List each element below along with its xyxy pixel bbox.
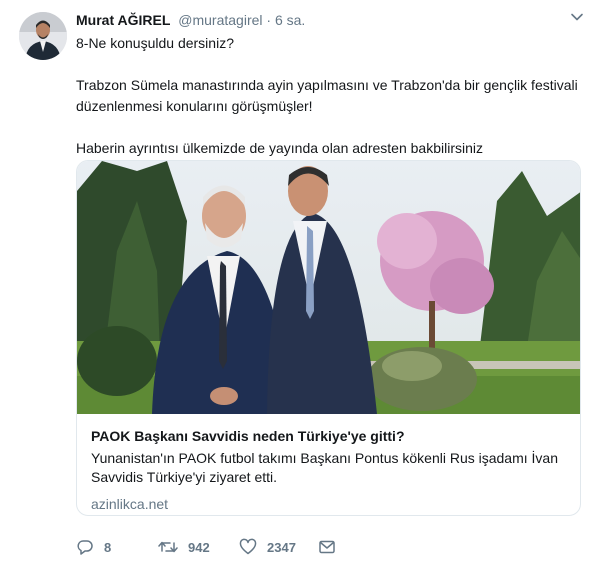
card-body: PAOK Başkanı Savvidis neden Türkiye'ye g… [91, 427, 566, 514]
card-domain[interactable]: azinlikca.net [91, 495, 566, 514]
separator-dot: · [266, 12, 272, 28]
like-button[interactable]: 2347 [239, 536, 296, 558]
link-card[interactable]: PAOK Başkanı Savvidis neden Türkiye'ye g… [76, 160, 581, 516]
avatar-image [19, 12, 67, 60]
envelope-icon [319, 540, 335, 554]
retweet-button[interactable]: 942 [158, 536, 210, 558]
card-title[interactable]: PAOK Başkanı Savvidis neden Türkiye'ye g… [91, 427, 566, 446]
card-description: Yunanistan'ın PAOK futbol takımı Başkanı… [91, 450, 558, 485]
retweet-count: 942 [188, 539, 210, 555]
tweet-text: 8-Ne konuşuldu dersiniz? Trabzon Sümela … [76, 33, 581, 159]
retweet-icon [158, 541, 178, 553]
chevron-down-icon[interactable] [570, 10, 584, 24]
author-handle[interactable]: @muratagirel [178, 12, 262, 28]
heart-icon [239, 538, 257, 555]
card-image [77, 161, 580, 414]
reply-icon [77, 540, 93, 555]
author-name[interactable]: Murat AĞIREL [76, 12, 170, 28]
tweet-timestamp[interactable]: 6 sa. [275, 12, 305, 28]
tweet-line-1: 8-Ne konuşuldu dersiniz? [76, 35, 234, 51]
message-button[interactable] [318, 536, 346, 558]
reply-count: 8 [104, 539, 112, 555]
tweet-line-3: Haberin ayrıntısı ülkemizde de yayında o… [76, 140, 483, 156]
like-count: 2347 [267, 539, 296, 555]
avatar[interactable] [19, 12, 67, 60]
tweet-header: Murat AĞIREL @muratagirel · 6 sa. [76, 9, 580, 31]
tweet-line-2: Trabzon Sümela manastırında ayin yapılma… [76, 77, 578, 114]
reply-button[interactable]: 8 [76, 536, 111, 558]
